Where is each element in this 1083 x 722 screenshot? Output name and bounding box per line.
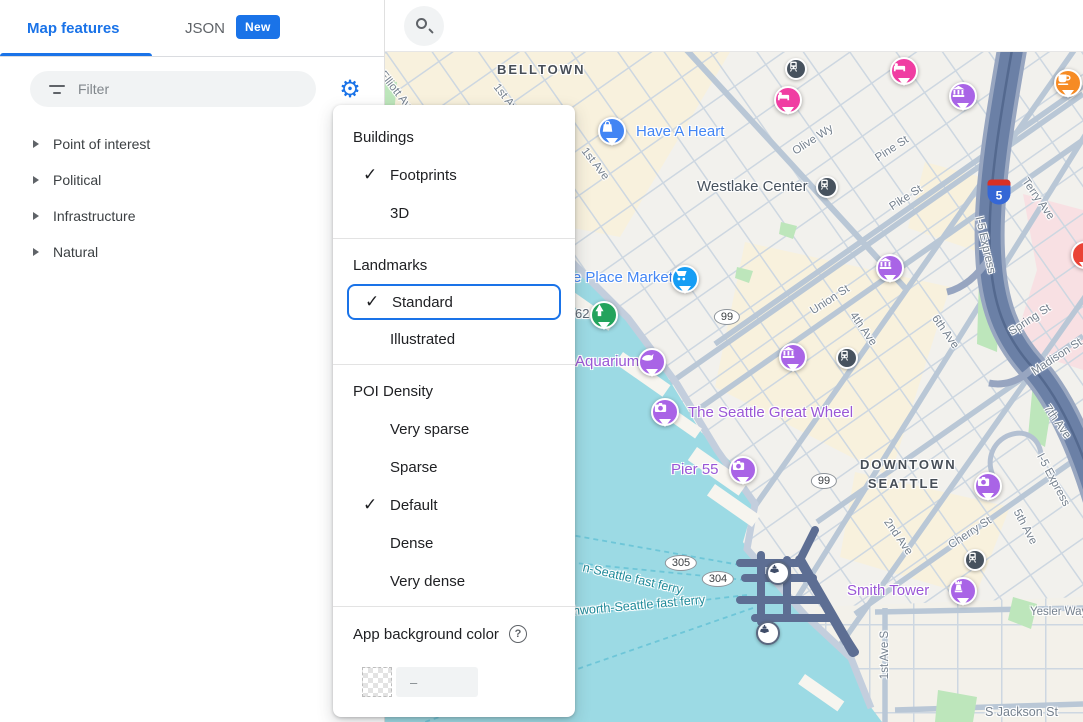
sidebar-tabs: Map features JSON New <box>0 0 384 57</box>
poi-label-smith-tower[interactable]: Smith Tower <box>847 582 929 599</box>
transit-station-icon[interactable] <box>816 176 838 198</box>
route-shield-99: 99 <box>811 473 837 489</box>
option-footprints[interactable]: ✓ Footprints <box>333 156 575 194</box>
transit-station-icon[interactable] <box>785 58 807 80</box>
option-very-sparse[interactable]: Very sparse <box>333 410 575 448</box>
museum-marker-icon[interactable] <box>779 343 807 371</box>
section-header-app-background-color: App background color ? <box>333 613 575 653</box>
section-header-poi-density: POI Density <box>333 371 575 410</box>
transparent-color-swatch[interactable] <box>362 667 392 697</box>
map-style-sidebar: Map features JSON New Filter ⚙ Point of … <box>0 0 385 722</box>
transit-station-icon[interactable] <box>964 549 986 571</box>
tree-item-natural[interactable]: Natural <box>0 234 385 270</box>
map-settings-popover: Buildings ✓ Footprints 3D Landmarks ✓ St… <box>333 105 575 717</box>
background-color-input[interactable]: – <box>396 667 478 697</box>
attraction-camera-marker-icon[interactable] <box>974 472 1002 500</box>
hotel-marker-icon[interactable] <box>774 86 802 114</box>
map-topbar <box>385 0 1083 52</box>
poi-label-westlake-center[interactable]: Westlake Center <box>697 178 808 195</box>
attraction-camera-marker-icon[interactable] <box>729 456 757 484</box>
feature-tree: Point of interest Political Infrastructu… <box>0 126 385 270</box>
section-header-landmarks: Landmarks <box>333 245 575 284</box>
check-icon: ✓ <box>363 165 383 185</box>
tab-map-features[interactable]: Map features <box>27 20 120 37</box>
interstate-5-shield: 5 <box>988 180 1011 205</box>
divider <box>333 238 575 239</box>
smith-tower-marker-icon[interactable] <box>949 577 977 605</box>
cafe-marker-icon[interactable] <box>1054 69 1082 97</box>
neighborhood-label-downtown: DOWNTOWN <box>860 457 948 472</box>
route-shield-305: 305 <box>665 555 697 571</box>
check-icon: ✓ <box>365 292 385 312</box>
help-icon[interactable]: ? <box>509 625 527 643</box>
divider <box>333 364 575 365</box>
active-tab-underline <box>0 53 152 56</box>
street-label-s-jackson-st: S Jackson St <box>985 705 1058 719</box>
settings-gear-button[interactable]: ⚙ <box>334 73 366 105</box>
street-label-1st-ave-s: 1st Ave S <box>879 631 891 679</box>
option-default[interactable]: ✓ Default <box>333 486 575 524</box>
option-sparse[interactable]: Sparse <box>333 448 575 486</box>
expand-arrow-icon[interactable] <box>33 176 39 184</box>
check-icon: ✓ <box>363 495 383 515</box>
filter-input[interactable]: Filter <box>30 71 316 107</box>
ferry-terminal-icon[interactable] <box>756 621 780 645</box>
tree-item-point-of-interest[interactable]: Point of interest <box>0 126 385 162</box>
filter-icon <box>48 85 66 94</box>
option-3d[interactable]: 3D <box>333 194 575 232</box>
shopping-cart-marker-icon[interactable] <box>671 265 699 293</box>
search-icon <box>416 18 427 29</box>
route-shield-304: 304 <box>702 571 734 587</box>
museum-marker-icon[interactable] <box>876 254 904 282</box>
tab-json[interactable]: JSON <box>185 20 225 37</box>
ferry-terminal-icon[interactable] <box>766 561 790 585</box>
poi-label-seattle-great-wheel[interactable]: The Seattle Great Wheel <box>688 404 853 421</box>
park-tree-marker-icon[interactable] <box>590 301 618 329</box>
poi-label-have-a-heart[interactable]: Have A Heart <box>636 123 724 140</box>
expand-arrow-icon[interactable] <box>33 212 39 220</box>
filter-placeholder: Filter <box>78 81 109 97</box>
tree-item-political[interactable]: Political <box>0 162 385 198</box>
option-very-dense[interactable]: Very dense <box>333 562 575 600</box>
hotel-marker-icon[interactable] <box>890 57 918 85</box>
aquarium-marker-icon[interactable] <box>638 348 666 376</box>
attraction-camera-marker-icon[interactable] <box>651 398 679 426</box>
option-illustrated[interactable]: Illustrated <box>333 320 575 358</box>
expand-arrow-icon[interactable] <box>33 140 39 148</box>
street-label-yesler-way: Yesler Way <box>1030 606 1083 618</box>
route-shield-99: 99 <box>714 309 740 325</box>
divider <box>333 606 575 607</box>
option-standard-selected[interactable]: ✓ Standard <box>347 284 561 320</box>
new-badge: New <box>236 15 280 39</box>
poi-label-pier-62[interactable]: 62 <box>575 306 589 321</box>
neighborhood-label-seattle: SEATTLE <box>860 476 948 491</box>
transit-station-icon[interactable] <box>836 347 858 369</box>
search-button[interactable] <box>404 6 444 46</box>
expand-arrow-icon[interactable] <box>33 248 39 256</box>
tree-item-infrastructure[interactable]: Infrastructure <box>0 198 385 234</box>
shopping-bag-marker-icon[interactable] <box>598 117 626 145</box>
landmark-marker-icon[interactable] <box>949 82 977 110</box>
neighborhood-label-belltown: BELLTOWN <box>497 62 585 77</box>
poi-label-pier-55[interactable]: Pier 55 <box>671 461 719 478</box>
option-dense[interactable]: Dense <box>333 524 575 562</box>
section-header-buildings: Buildings <box>333 117 575 156</box>
